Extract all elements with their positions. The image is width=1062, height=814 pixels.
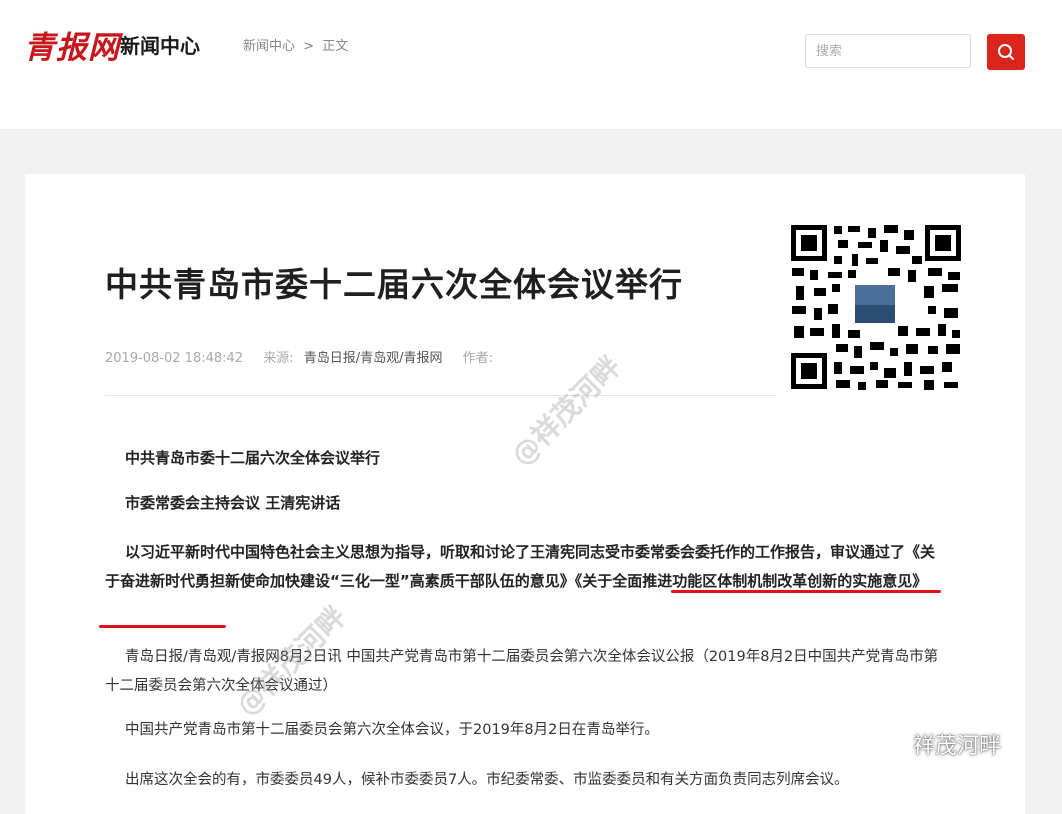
search-input[interactable] (805, 34, 971, 68)
article-datetime: 2019-08-02 18:48:42 (105, 351, 244, 366)
wechat-account-name: 祥茂河畔 (913, 734, 1002, 759)
wechat-icon (874, 735, 905, 758)
article-paragraph-4: 青岛日报/青岛观/青报网8月2日讯 中国共产党青岛市第十二届委员会第六次全体会议… (105, 649, 939, 694)
article-meta: 2019-08-02 18:48:42 来源: 青岛日报/青岛观/青报网 作者: (105, 347, 509, 366)
qr-code-image (788, 222, 964, 392)
site-header: 青报网 新闻中心 新闻中心 > 正文 (0, 0, 1062, 130)
section-title: 新闻中心 (120, 34, 200, 58)
article-paragraph-6: 出席这次全会的有，市委委员49人，候补市委委员7人。市纪委常委、市监委委员和有关… (125, 772, 849, 788)
source-label: 来源: (263, 351, 294, 366)
highlight-underline (99, 625, 226, 628)
search-button[interactable] (987, 34, 1025, 70)
search-icon (998, 44, 1014, 60)
article-source: 青岛日报/青岛观/青报网 (303, 351, 443, 366)
article-card: 中共青岛市委十二届六次全体会议举行 2019-08-02 18:48:42 来源… (25, 174, 1025, 814)
breadcrumb-current: 正文 (322, 39, 349, 54)
article-paragraph-2: 市委常委会主持会议 王清宪讲话 (125, 494, 341, 512)
breadcrumb-separator: > (303, 39, 315, 54)
site-logo[interactable]: 青报网 (24, 22, 120, 67)
wechat-watermark: 祥茂河畔 (873, 728, 1001, 760)
meta-divider (105, 395, 777, 396)
article-paragraph-3: 以习近平新时代中国特色社会主义思想为指导，听取和讨论了王清宪同志受市委常委会委托… (105, 543, 936, 590)
article-paragraph-5: 中国共产党青岛市第十二届委员会第六次全体会议，于2019年8月2日在青岛举行。 (125, 722, 659, 738)
breadcrumb-news-center[interactable]: 新闻中心 (243, 39, 295, 54)
breadcrumb: 新闻中心 > 正文 (243, 35, 352, 54)
author-label: 作者: (462, 351, 494, 366)
highlight-underline (671, 590, 941, 593)
article-paragraph-1: 中共青岛市委十二届六次全体会议举行 (125, 449, 381, 467)
article-title: 中共青岛市委十二届六次全体会议举行 (105, 265, 683, 304)
